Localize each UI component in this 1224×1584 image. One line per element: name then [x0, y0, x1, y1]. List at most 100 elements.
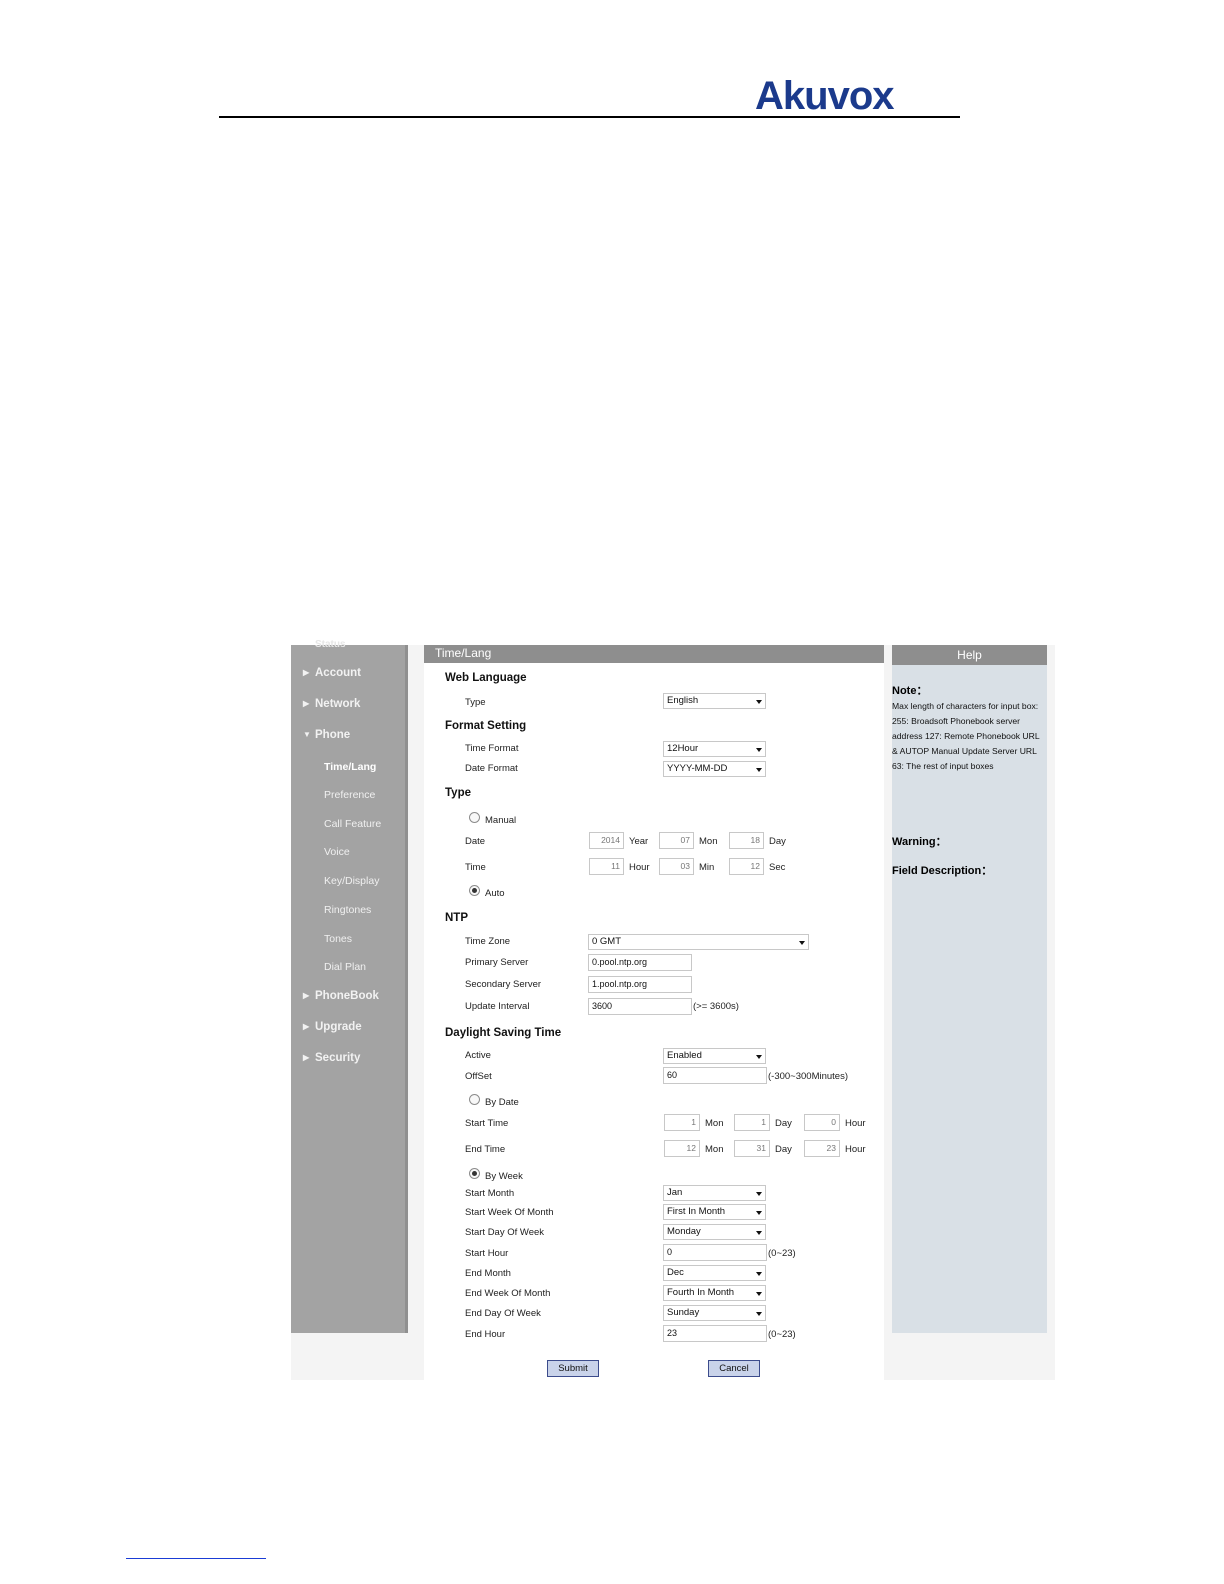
day-unit: Day	[769, 836, 786, 847]
chevron-down-icon	[799, 941, 805, 945]
date-format-select[interactable]: YYYY-MM-DD	[663, 761, 766, 777]
sidebar-item-upgrade[interactable]: ▶ Upgrade	[303, 1021, 362, 1033]
end-hour-label: End Hour	[465, 1329, 506, 1340]
start-time-label: Start Time	[465, 1118, 509, 1129]
start-day-unit: Day	[775, 1118, 792, 1129]
web-ui-screenshot: Status ▶ Account ▶ Network ▼ Phone Time/Lan…	[291, 639, 1055, 1380]
sidebar-sub-dial-plan[interactable]: Dial Plan	[324, 961, 366, 973]
chevron-down-icon	[756, 1292, 762, 1296]
hour-input[interactable]: 11	[589, 858, 624, 875]
day-input[interactable]: 18	[729, 832, 764, 849]
note-text: Max length of characters for input box: …	[892, 701, 1040, 771]
secondary-server-input[interactable]: 1.pool.ntp.org	[588, 976, 692, 993]
update-interval-input[interactable]: 3600	[588, 998, 692, 1015]
sidebar-nav: Status ▶ Account ▶ Network ▼ Phone Time/Lan…	[291, 639, 408, 1333]
triangle-right-icon: ▶	[303, 668, 310, 677]
time-format-select[interactable]: 12Hour	[663, 741, 766, 757]
time-zone-select[interactable]: 0 GMT	[588, 934, 809, 950]
triangle-down-icon: ▼	[303, 730, 311, 739]
second-unit: Sec	[769, 862, 786, 873]
end-dow-select[interactable]: Sunday	[663, 1305, 766, 1321]
sidebar-sub-voice[interactable]: Voice	[324, 846, 350, 858]
end-month-select[interactable]: Dec	[663, 1265, 766, 1281]
start-month-label: Start Month	[465, 1188, 515, 1199]
help-title: Help	[957, 648, 982, 662]
sidebar-item-security[interactable]: ▶ Security	[303, 1052, 360, 1064]
end-dow-label: End Day Of Week	[465, 1308, 541, 1319]
start-month-select[interactable]: Jan	[663, 1185, 766, 1201]
by-week-label: By Week	[485, 1171, 523, 1182]
end-hour-input[interactable]: 23	[804, 1140, 840, 1157]
sidebar-sub-tones[interactable]: Tones	[324, 933, 352, 945]
field-description-heading: Field Description：	[892, 865, 993, 877]
end-hour-field[interactable]: 23	[663, 1325, 767, 1342]
chevron-down-icon	[756, 1211, 762, 1215]
section-type: Type	[445, 787, 471, 799]
chevron-down-icon	[756, 1231, 762, 1235]
hour-unit: Hour	[629, 862, 650, 873]
second-input[interactable]: 12	[729, 858, 764, 875]
end-week-select[interactable]: Fourth In Month	[663, 1285, 766, 1301]
dst-active-label: Active	[465, 1050, 491, 1061]
sidebar-item-phonebook[interactable]: ▶ PhoneBook	[303, 990, 379, 1002]
by-date-radio[interactable]	[469, 1094, 480, 1105]
month-input[interactable]: 07	[659, 832, 694, 849]
sidebar-item-phone[interactable]: ▼ Phone	[303, 729, 350, 741]
sidebar-sub-call-feature[interactable]: Call Feature	[324, 818, 381, 830]
time-label: Time	[465, 862, 486, 873]
end-day-input[interactable]: 31	[734, 1140, 770, 1157]
triangle-right-icon: ▶	[303, 991, 310, 1000]
help-title-bar: Help	[892, 645, 1047, 665]
end-week-label: End Week Of Month	[465, 1288, 551, 1299]
update-interval-hint: (>= 3600s)	[693, 1001, 739, 1012]
month-unit: Mon	[699, 836, 718, 847]
auto-radio[interactable]	[469, 885, 480, 896]
language-type-select[interactable]: English	[663, 693, 766, 709]
minute-unit: Min	[699, 862, 715, 873]
year-input[interactable]: 2014	[589, 832, 624, 849]
chevron-down-icon	[756, 1055, 762, 1059]
start-hour-input[interactable]: 0	[804, 1114, 840, 1131]
chevron-down-icon	[756, 1192, 762, 1196]
start-month-input[interactable]: 1	[664, 1114, 700, 1131]
chevron-down-icon	[756, 748, 762, 752]
triangle-right-icon: ▶	[303, 1022, 310, 1031]
start-dow-label: Start Day Of Week	[465, 1227, 545, 1238]
triangle-right-icon: ▶	[303, 1053, 310, 1062]
chevron-down-icon	[756, 768, 762, 772]
section-daylight-saving: Daylight Saving Time	[445, 1027, 562, 1039]
start-dow-select[interactable]: Monday	[663, 1224, 766, 1240]
minute-input[interactable]: 03	[659, 858, 694, 875]
dst-active-select[interactable]: Enabled	[663, 1048, 766, 1064]
auto-label: Auto	[485, 888, 505, 899]
cancel-button[interactable]: Cancel	[708, 1360, 760, 1377]
date-format-label: Date Format	[465, 763, 518, 774]
footer-link-underline[interactable]	[126, 1558, 266, 1559]
end-month-input[interactable]: 12	[664, 1140, 700, 1157]
section-format-setting: Format Setting	[445, 720, 527, 732]
end-hour-unit: Hour	[845, 1144, 866, 1155]
start-hour-hint: (0~23)	[768, 1248, 796, 1259]
end-hour-hint: (0~23)	[768, 1329, 796, 1340]
section-ntp: NTP	[445, 912, 468, 924]
by-week-radio[interactable]	[469, 1168, 480, 1179]
section-web-language: Web Language	[445, 672, 527, 684]
sidebar-sub-time-lang[interactable]: Time/Lang	[324, 761, 376, 773]
sidebar-sub-ringtones[interactable]: Ringtones	[324, 904, 371, 916]
sidebar-sub-key-display[interactable]: Key/Display	[324, 875, 379, 887]
end-month-label: End Month	[465, 1268, 511, 1279]
submit-button[interactable]: Submit	[547, 1360, 599, 1377]
primary-server-input[interactable]: 0.pool.ntp.org	[588, 954, 692, 971]
start-week-select[interactable]: First In Month	[663, 1204, 766, 1220]
note-heading: Note：	[892, 685, 928, 697]
dst-offset-input[interactable]: 60	[663, 1067, 767, 1084]
start-hour-field[interactable]: 0	[663, 1244, 767, 1261]
chevron-down-icon	[756, 1272, 762, 1276]
sidebar-item-account[interactable]: ▶ Account	[303, 667, 361, 679]
header-rule	[219, 116, 960, 118]
manual-radio[interactable]	[469, 812, 480, 823]
sidebar-item-status[interactable]: Status	[315, 639, 346, 650]
sidebar-sub-preference[interactable]: Preference	[324, 789, 375, 801]
sidebar-item-network[interactable]: ▶ Network	[303, 698, 360, 710]
start-day-input[interactable]: 1	[734, 1114, 770, 1131]
